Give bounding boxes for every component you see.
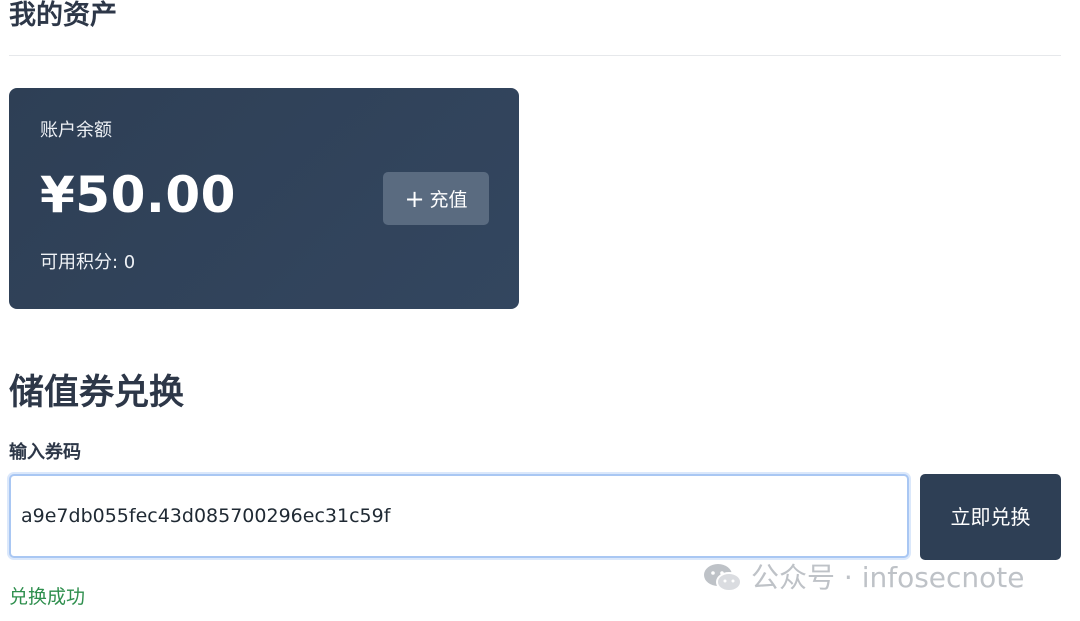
recharge-button-label: 充值	[429, 189, 468, 211]
balance-amount: ¥50.00	[40, 166, 236, 224]
header-divider	[9, 55, 1061, 56]
watermark-text: 公众号 · infosecnote	[751, 561, 1025, 594]
voucher-input-label: 输入券码	[9, 442, 81, 463]
redeem-status-message: 兑换成功	[9, 586, 86, 608]
wechat-watermark: 公众号 · infosecnote	[703, 561, 1025, 595]
assets-page: 我的资产 账户余额 ¥50.00 + 充值 可用积分: 0 储值券兑换 输入券码…	[0, 0, 1080, 621]
balance-label: 账户余额	[40, 120, 112, 141]
plus-icon: +	[404, 184, 425, 213]
recharge-button[interactable]: + 充值	[383, 172, 489, 225]
redeem-button[interactable]: 立即兑换	[920, 474, 1061, 560]
voucher-section-title: 储值券兑换	[9, 373, 185, 413]
balance-card: 账户余额 ¥50.00 + 充值 可用积分: 0	[9, 88, 519, 309]
voucher-code-input[interactable]	[9, 474, 909, 558]
available-points: 可用积分: 0	[40, 252, 136, 273]
page-title: 我的资产	[9, 0, 117, 31]
wechat-icon	[704, 564, 742, 592]
